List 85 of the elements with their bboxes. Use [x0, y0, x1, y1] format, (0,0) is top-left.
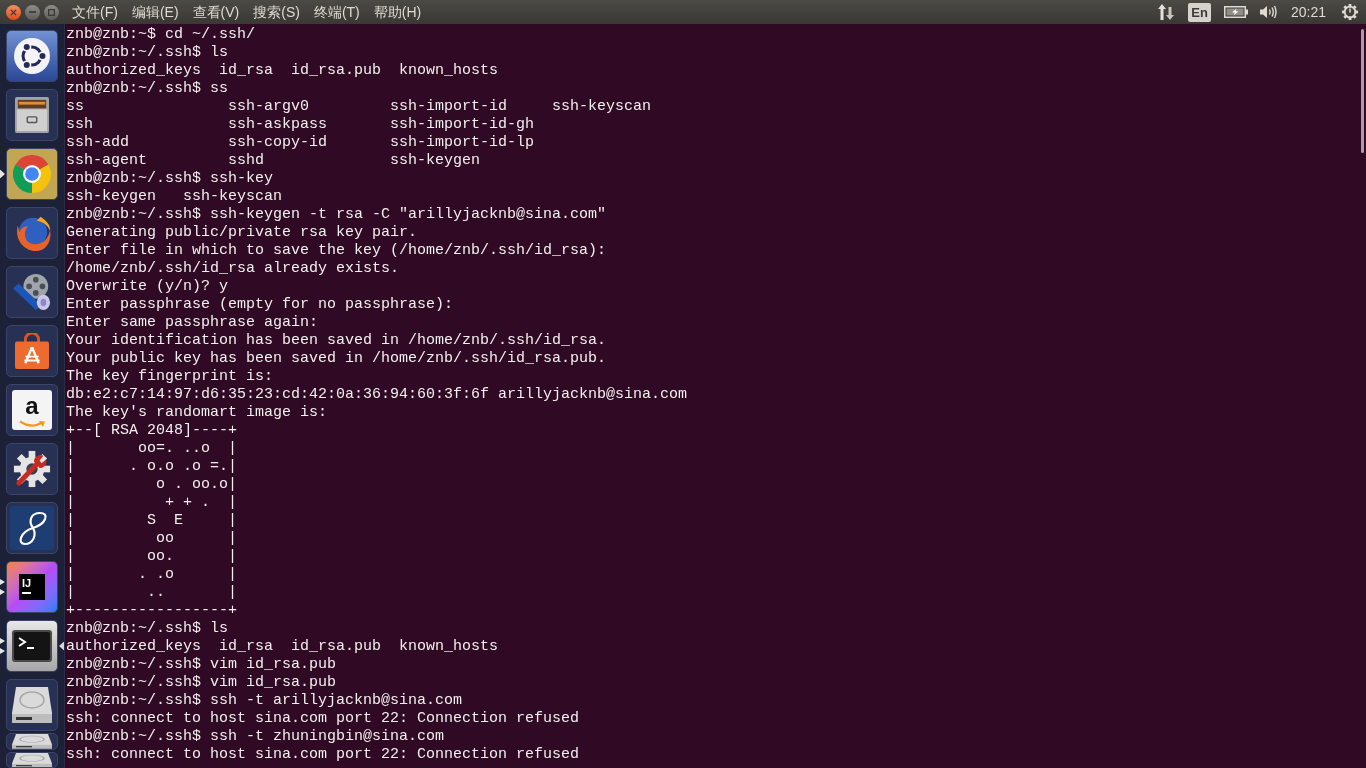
launcher-item[interactable] — [6, 89, 58, 141]
launcher-item[interactable] — [6, 751, 58, 768]
menu-item[interactable]: 终端(T) — [313, 3, 360, 21]
terminal-line: | .. | — [66, 584, 238, 602]
terminal-line: znb@znb:~/.ssh$ vim id_rsa.pub — [66, 656, 337, 674]
menu-item[interactable]: 查看(V) — [192, 3, 240, 21]
terminal-line: | . o.o .o =.| — [66, 458, 238, 476]
terminal-line: The key's randomart image is: — [66, 404, 328, 422]
gear-wrench-icon — [13, 450, 51, 488]
launcher-item[interactable] — [6, 443, 58, 495]
terminal-line: | oo. | — [66, 548, 238, 566]
launcher-item[interactable] — [6, 148, 58, 200]
terminal-line: | oo | — [66, 530, 238, 548]
terminal-line: | . .o | — [66, 566, 238, 584]
terminal-line: Your public key has been saved in /home/znb/.ssh/id_rsa.pub. — [66, 350, 607, 368]
terminal-line: ssh-agent sshd ssh-keygen — [66, 152, 481, 170]
terminal-line: znb@znb:~/.ssh$ ssh -t zhuningbin@sina.com — [66, 728, 445, 746]
terminal-line: Enter passphrase (empty for no passphrase): — [66, 296, 454, 314]
launcher-item[interactable] — [6, 679, 58, 731]
launcher-item[interactable]: IJ — [6, 561, 58, 613]
shopping-bag-icon — [15, 333, 49, 369]
terminal-line: znb@znb:~/.ssh$ ss — [66, 80, 229, 98]
terminal-line: Overwrite (y/n)? y — [66, 278, 229, 296]
terminal-line: | o . oo.o| — [66, 476, 238, 494]
hard-drive-icon — [12, 752, 52, 767]
battery-charging-icon[interactable] — [1223, 6, 1248, 18]
terminal-line: znb@znb:~/.ssh$ vim id_rsa.pub — [66, 674, 337, 692]
launcher-item[interactable] — [6, 733, 58, 750]
terminal-line: Generating public/private rsa key pair. — [66, 224, 418, 242]
file-cabinet-icon — [15, 97, 49, 133]
terminal-line: authorized_keys id_rsa id_rsa.pub known_hosts — [66, 62, 499, 80]
maximize-button[interactable] — [44, 4, 59, 20]
menu-item[interactable]: 编辑(E) — [131, 3, 179, 21]
terminal-line: ssh-keygen ssh-keyscan — [66, 188, 283, 206]
hard-drive-icon — [12, 734, 52, 749]
keyboard-layout-indicator[interactable]: En — [1188, 2, 1211, 22]
terminal-line: Enter file in which to save the key (/home/znb/.ssh/id_rsa): — [66, 242, 607, 260]
scrollbar-thumb[interactable] — [1361, 29, 1364, 153]
terminal-line: znb@znb:~/.ssh$ ls — [66, 44, 229, 62]
terminal-line: Enter same passphrase again: — [66, 314, 319, 332]
minimize-button[interactable] — [25, 4, 40, 20]
terminal-line: ssh ssh-askpass ssh-import-id-gh — [66, 116, 535, 134]
smile-arrow-icon — [19, 419, 45, 428]
terminal-line: | S E | — [66, 512, 238, 530]
terminal-line: +-----------------+ — [66, 602, 238, 620]
close-icon — [10, 8, 17, 16]
terminal-line: znb@znb:~/.ssh$ ssh -t arillyjacknb@sina.com — [66, 692, 463, 710]
launcher-item[interactable]: a — [6, 384, 58, 436]
terminal-line: /home/znb/.ssh/id_rsa already exists. — [66, 260, 400, 278]
terminal-line: znb@znb:~$ cd ~/.ssh/ — [66, 26, 256, 44]
menu-item[interactable]: 文件(F) — [72, 3, 118, 21]
terminal-line: ssh: connect to host sina.com port 22: Connection refused — [66, 746, 580, 764]
terminal-prompt-icon — [12, 630, 52, 662]
network-arrows-icon[interactable] — [1158, 4, 1175, 20]
figure-eight-icon — [10, 506, 54, 550]
launcher-item[interactable] — [6, 266, 58, 318]
close-button[interactable] — [6, 4, 21, 20]
film-reel-icon — [13, 273, 51, 311]
terminal-line: ss ssh-argv0 ssh-import-id ssh-keyscan — [66, 98, 652, 116]
volume-icon[interactable] — [1259, 5, 1278, 19]
terminal-line: znb@znb:~/.ssh$ ssh-keygen -t rsa -C "arillyjacknb@sina.com" — [66, 206, 607, 224]
power-gear-icon[interactable] — [1342, 4, 1358, 20]
terminal-line: Your identification has been saved in /home/znb/.ssh/id_rsa. — [66, 332, 607, 350]
terminal-line: | oo=. ..o | — [66, 440, 238, 458]
terminal-line: db:e2:c7:14:97:d6:35:23:cd:42:0a:36:94:60:3f:6f arillyjacknb@sina.com — [66, 386, 688, 404]
clock[interactable]: 20:21 — [1290, 3, 1326, 21]
terminal-line: +--[ RSA 2048]----+ — [66, 422, 238, 440]
terminal-line: The key fingerprint is: — [66, 368, 274, 386]
launcher-item[interactable] — [6, 325, 58, 377]
terminal-line: znb@znb:~/.ssh$ ls — [66, 620, 229, 638]
menu-item[interactable]: 搜索(S) — [253, 3, 300, 21]
terminal-line: authorized_keys id_rsa id_rsa.pub known_hosts — [66, 638, 499, 656]
terminal-line: znb@znb:~/.ssh$ ssh-key — [66, 170, 274, 188]
launcher-item[interactable] — [6, 620, 58, 672]
terminal-line: ssh: connect to host sina.com port 22: Connection refused — [66, 710, 580, 728]
color-wheel-icon — [13, 155, 51, 193]
launcher-item[interactable] — [6, 30, 58, 82]
terminal-line: | + + . | — [66, 494, 238, 512]
ring-logo-icon — [14, 38, 50, 74]
terminal-line: ssh-add ssh-copy-id ssh-import-id-lp — [66, 134, 535, 152]
minimize-icon — [29, 11, 36, 13]
hard-drive-icon — [12, 687, 52, 723]
maximize-icon — [48, 8, 55, 16]
menu-item[interactable]: 帮助(H) — [373, 3, 422, 21]
launcher-item[interactable] — [6, 502, 58, 554]
